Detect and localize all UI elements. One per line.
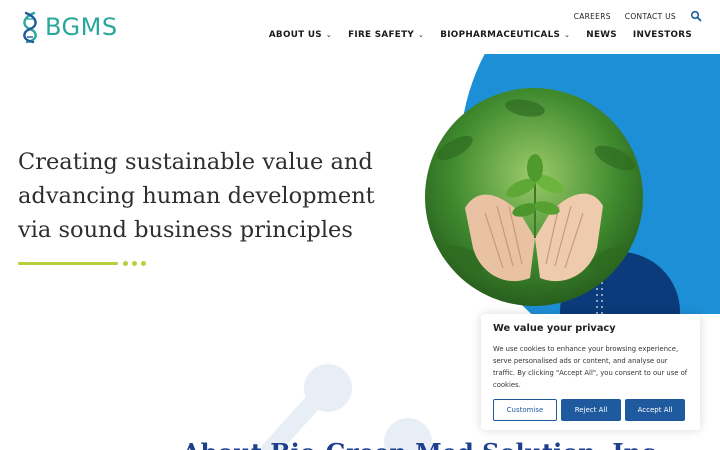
- site-header: BGMS CAREERS CONTACT US ABOUT US ⌄ FIRE …: [0, 0, 720, 54]
- about-heading: About Bio-Green Med Solution, Inc.: [182, 438, 664, 450]
- reject-all-button[interactable]: Reject All: [561, 399, 621, 421]
- chevron-down-icon: ⌄: [325, 31, 333, 39]
- cookie-title: We value your privacy: [493, 323, 616, 334]
- accept-all-button[interactable]: Accept All: [625, 399, 685, 421]
- divider-dot: [132, 261, 137, 266]
- chevron-down-icon: ⌄: [564, 31, 571, 39]
- nav-news[interactable]: NEWS: [586, 30, 617, 40]
- nav-about-us[interactable]: ABOUT US ⌄: [269, 30, 332, 40]
- hero-divider: [18, 262, 118, 265]
- contact-us-link[interactable]: CONTACT US: [625, 12, 676, 21]
- logo-text: BGMS: [45, 13, 118, 41]
- careers-link[interactable]: CAREERS: [574, 12, 611, 21]
- divider-dot: [141, 261, 146, 266]
- main-nav: ABOUT US ⌄ FIRE SAFETY ⌄ BIOPHARMACEUTIC…: [269, 30, 692, 40]
- cookie-consent-banner: We value your privacy We use cookies to …: [481, 314, 700, 430]
- nav-biopharmaceuticals-label: BIOPHARMACEUTICALS: [440, 30, 561, 40]
- hero-image-hands-plant: [425, 88, 643, 306]
- logo-mark-icon: [23, 11, 37, 44]
- chevron-down-icon: ⌄: [418, 31, 425, 39]
- cookie-buttons: Customise Reject All Accept All: [493, 399, 688, 421]
- decorative-molecule-shape: [261, 364, 432, 450]
- nav-investors-label: INVESTORS: [632, 30, 692, 40]
- logo[interactable]: BGMS: [18, 10, 118, 44]
- nav-fire-safety[interactable]: FIRE SAFETY ⌄: [348, 30, 424, 40]
- nav-fire-safety-label: FIRE SAFETY: [348, 30, 415, 40]
- nav-about-us-label: ABOUT US: [268, 30, 322, 40]
- cookie-body: We use cookies to enhance your browsing …: [493, 345, 688, 389]
- nav-news-label: NEWS: [586, 30, 617, 40]
- customise-button[interactable]: Customise: [493, 399, 557, 421]
- nav-biopharmaceuticals[interactable]: BIOPHARMACEUTICALS ⌄: [440, 30, 570, 40]
- nav-investors[interactable]: INVESTORS: [633, 30, 692, 40]
- divider-dot: [123, 261, 128, 266]
- utility-nav: CAREERS CONTACT US: [574, 10, 702, 22]
- hero-title: Creating sustainable value and advancing…: [18, 149, 375, 243]
- search-icon[interactable]: [690, 10, 702, 22]
